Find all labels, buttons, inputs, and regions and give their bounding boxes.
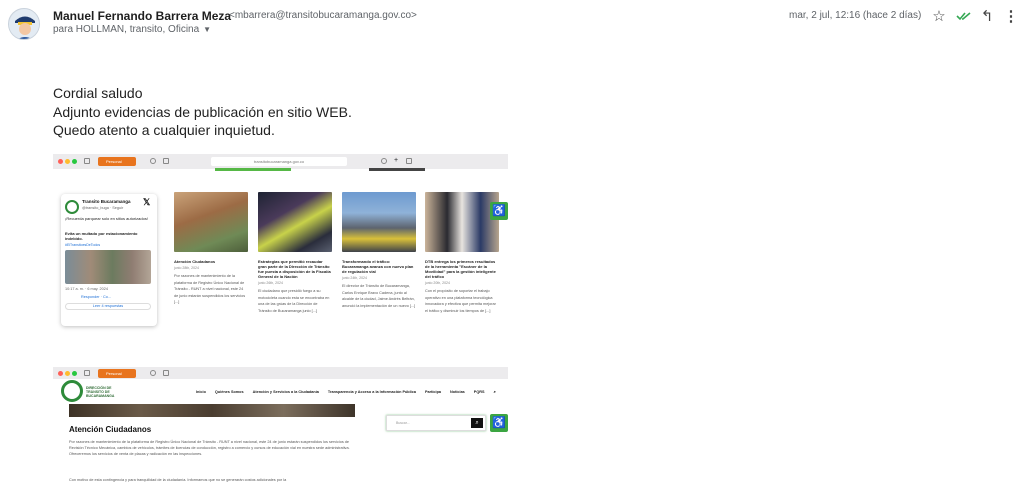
news-card-date: junio 20th, 2024	[425, 281, 450, 285]
tweet-handle: @transito_buga · Seguir	[82, 206, 124, 210]
news-card-title: DTB entrega los primeros resultados de l…	[425, 259, 496, 279]
recipients-label: para HOLLMAN, transito, Oficina	[53, 24, 200, 35]
news-card-date: junio 26th, 2024	[258, 281, 283, 285]
news-card-title: Estrategias que permitió recaudar gran p…	[258, 259, 331, 279]
news-card-image	[174, 192, 248, 252]
tab-group-pill: Personal	[98, 369, 136, 378]
news-card-image	[342, 192, 416, 252]
close-dot-icon	[58, 159, 63, 164]
site-search-placeholder: Buscar...	[396, 421, 410, 425]
sender-email: <mbarrera@transitobucaramanga.gov.co>	[229, 10, 417, 21]
more-vert-icon[interactable]: ⋮	[1001, 6, 1021, 26]
article-hero-image	[69, 404, 355, 417]
progress-bar	[215, 168, 291, 171]
tweet-line: ¡Recuerda parquear solo en sitios autori…	[65, 216, 148, 221]
sender-avatar[interactable]	[8, 8, 40, 40]
email-header: Manuel Fernando Barrera Meza <mbarrera@t…	[0, 0, 1029, 40]
email-date: mar, 2 jul, 12:16 (hace 2 días)	[789, 10, 922, 21]
tweet-time: 10:17 a. m. · 6 may. 2024	[65, 287, 108, 291]
news-card-title: Transformando el tráfico: Bucaramanga av…	[342, 259, 414, 274]
evidence-screenshot-article[interactable]: Personal DIRECCIÓN DE TRÁNSITO DE BUCARA…	[53, 367, 508, 484]
site-nav: Inicio Quiénes Somos Atención y Servicio…	[196, 390, 496, 394]
tab-indicator	[369, 168, 425, 171]
sidebar-icon	[84, 370, 90, 376]
grid-icon	[163, 370, 169, 376]
browser-toolbar: Personal transitobucaramanga.gov.co +	[53, 154, 508, 169]
body-line: Adjunto evidencias de publicación en sit…	[53, 103, 352, 120]
accessibility-icon: ♿	[490, 414, 508, 432]
url-bar: transitobucaramanga.gov.co	[211, 157, 347, 166]
star-icon[interactable]: ☆	[929, 6, 949, 26]
search-icon: ⌕	[493, 390, 496, 394]
download-icon	[381, 158, 387, 164]
site-search-box: Buscar... ⌕	[386, 415, 486, 431]
news-card: Estrategias que permitió recaudar gran p…	[258, 192, 332, 314]
read-replies-button: Leer 4 respuestas	[65, 303, 151, 310]
body-line: Quedo atento a cualquier inquietud.	[53, 122, 275, 138]
news-card-image	[258, 192, 332, 252]
x-logo-icon: 𝕏	[143, 197, 151, 207]
news-card-text: Con el propósito de soportar el trabajo …	[425, 289, 496, 313]
body-line: Cordial saludo	[53, 85, 143, 101]
nav-item: Transparencia y Acceso a la Información …	[327, 390, 416, 394]
reply-icon[interactable]: ↰	[977, 6, 997, 26]
avatar-illustration-icon	[9, 9, 39, 39]
nav-item: Quiénes Somos	[214, 390, 244, 394]
site-search-button-icon: ⌕	[471, 418, 483, 428]
nav-item: Noticias	[450, 390, 465, 394]
minimize-dot-icon	[65, 371, 70, 376]
site-logo-text: DIRECCIÓN DE TRÁNSITO DE BUCARAMANGA	[86, 386, 115, 398]
site-logo-icon	[61, 380, 83, 402]
close-dot-icon	[58, 371, 63, 376]
recipients-caret-icon[interactable]: ▼	[203, 25, 211, 34]
news-card-title: Atención Ciudadanos	[174, 259, 216, 264]
tweet-line: Evita un multado por estacionamiento ind…	[65, 231, 138, 241]
recipients[interactable]: para HOLLMAN, transito, Oficina ▼	[53, 24, 211, 35]
zoom-dot-icon	[72, 159, 77, 164]
plus-icon: +	[394, 157, 399, 164]
shield-icon	[150, 370, 156, 376]
nav-item: PQRS	[473, 390, 485, 394]
news-card-date: junio 24th, 2024	[342, 276, 367, 280]
sidebar-icon	[84, 158, 90, 164]
sender-name[interactable]: Manuel Fernando Barrera Meza	[53, 9, 231, 23]
nav-item: Participa	[424, 390, 442, 394]
embedded-tweet: Transito Bucaramanga @transito_buga · Se…	[61, 194, 157, 326]
news-card-image	[425, 192, 499, 252]
article-paragraph: Con motivo de esta contingencia y para t…	[69, 478, 287, 482]
news-card: Transformando el tráfico: Bucaramanga av…	[342, 192, 416, 309]
news-card-text: El ciudadano que presidió fuego a su mot…	[258, 289, 330, 313]
zoom-dot-icon	[72, 371, 77, 376]
transito-logo-icon	[65, 200, 79, 214]
news-card-text: Por razones de mantenimiento de la plata…	[174, 274, 246, 304]
email-body: Cordial saludo Adjunto evidencias de pub…	[53, 84, 352, 140]
tabs-icon	[406, 158, 412, 164]
tweet-hashtags: #ElTransitoesDeTodos	[65, 243, 101, 247]
browser-toolbar: Personal	[53, 367, 508, 379]
news-card-text: El director de Tránsito de Bucaramanga, …	[342, 284, 416, 308]
read-check-icon	[954, 6, 974, 26]
tweet-author: Transito Bucaramanga	[82, 199, 131, 204]
article-title: Atención Ciudadanos	[69, 425, 152, 434]
news-card: DTB entrega los primeros resultados de l…	[425, 192, 499, 314]
tweet-photo	[65, 250, 151, 284]
evidence-screenshot-news[interactable]: Personal transitobucaramanga.gov.co + Tr…	[53, 154, 508, 343]
accessibility-icon: ♿	[490, 202, 508, 220]
shield-icon	[150, 158, 156, 164]
article-paragraph: Por razones de mantenimiento de la plata…	[69, 440, 350, 456]
nav-item: Atención y Servicios a la Ciudadanía	[252, 390, 319, 394]
nav-item: Inicio	[196, 390, 206, 394]
tab-group-pill: Personal	[98, 157, 136, 166]
news-card: Atención Ciudadanos junio 28th, 2024 Por…	[174, 192, 248, 306]
news-card-date: junio 28th, 2024	[174, 266, 199, 270]
minimize-dot-icon	[65, 159, 70, 164]
tweet-actions: Responder · Co...	[81, 295, 111, 299]
grid-icon	[163, 158, 169, 164]
